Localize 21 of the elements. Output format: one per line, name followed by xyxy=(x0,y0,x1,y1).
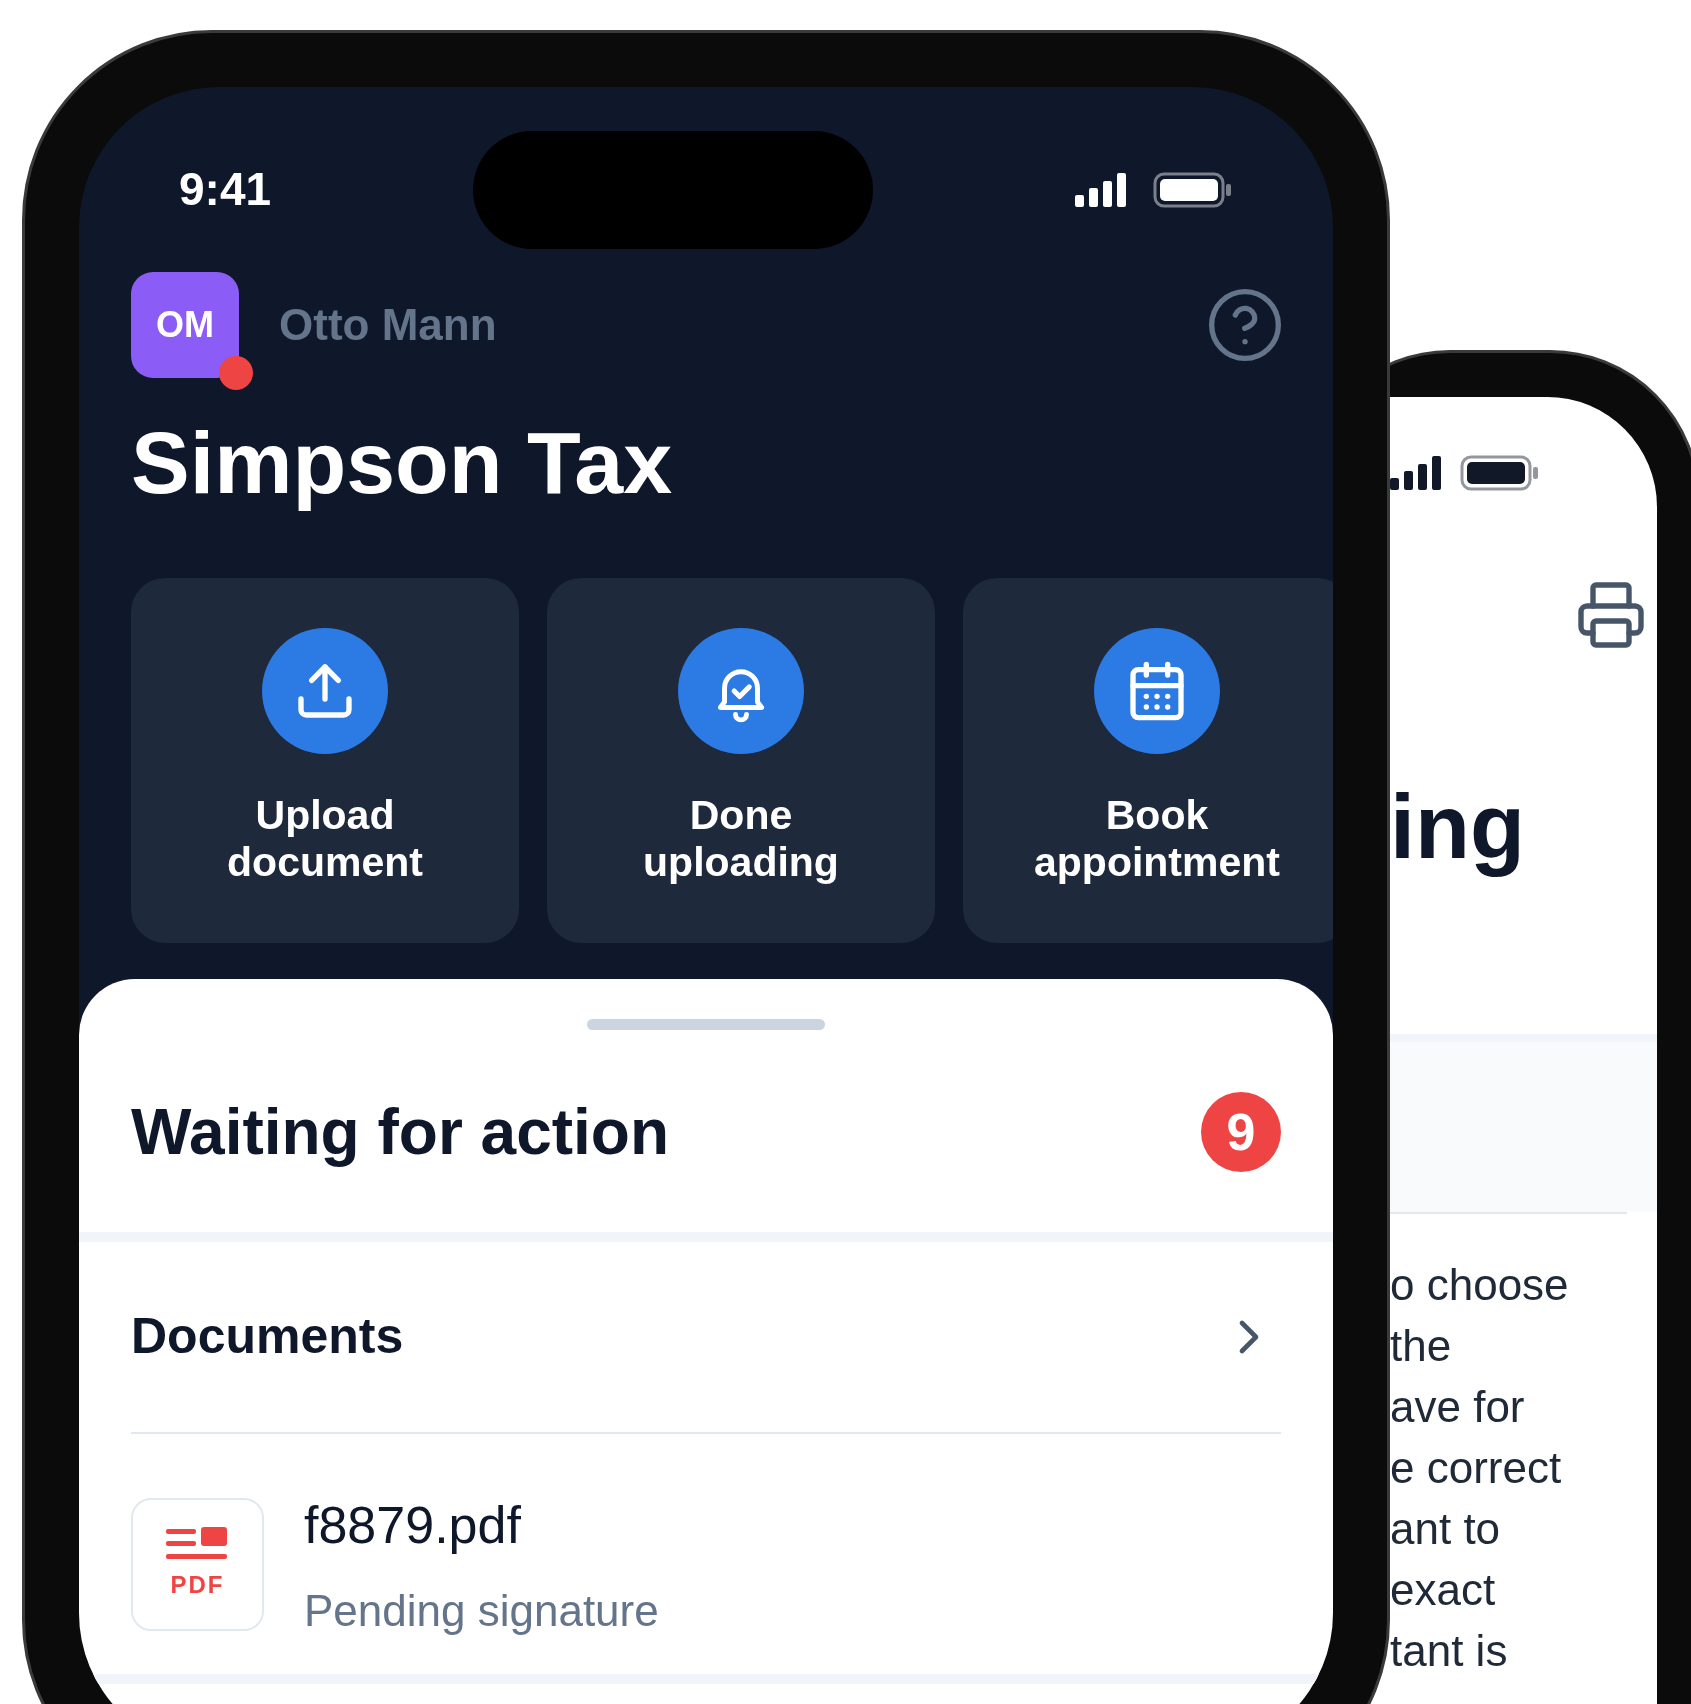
screen-heading: ing xyxy=(1390,776,1526,879)
action-card[interactable]: Book appointment xyxy=(963,577,1333,943)
action-card[interactable]: Upload document xyxy=(131,577,519,943)
action-card[interactable]: Done uploading xyxy=(547,577,935,943)
section-heading: Waiting for action xyxy=(131,1094,670,1170)
user-avatar[interactable]: OM xyxy=(131,272,239,378)
body-text-line: o choose xyxy=(1390,1258,1570,1311)
body-text-line: tant is xyxy=(1390,1624,1509,1677)
body-text-line: e correct xyxy=(1390,1441,1563,1494)
pdf-file-icon: PDF xyxy=(131,1498,264,1632)
page-title: Simpson Tax xyxy=(130,412,674,514)
body-text-line: ant to xyxy=(1390,1502,1502,1555)
body-text-line: exact xyxy=(1390,1563,1497,1616)
body-text-line: the xyxy=(1390,1319,1453,1372)
status-time: 9:41 xyxy=(179,162,272,217)
count-badge: 9 xyxy=(1201,1091,1281,1172)
file-status: Pending signature xyxy=(304,1584,659,1637)
documents-row[interactable]: Documents xyxy=(79,1241,1333,1432)
user-name: Otto Mann xyxy=(279,299,497,351)
file-name[interactable]: f8879.pdf xyxy=(304,1485,659,1564)
body-text-line: ave for xyxy=(1390,1380,1526,1433)
